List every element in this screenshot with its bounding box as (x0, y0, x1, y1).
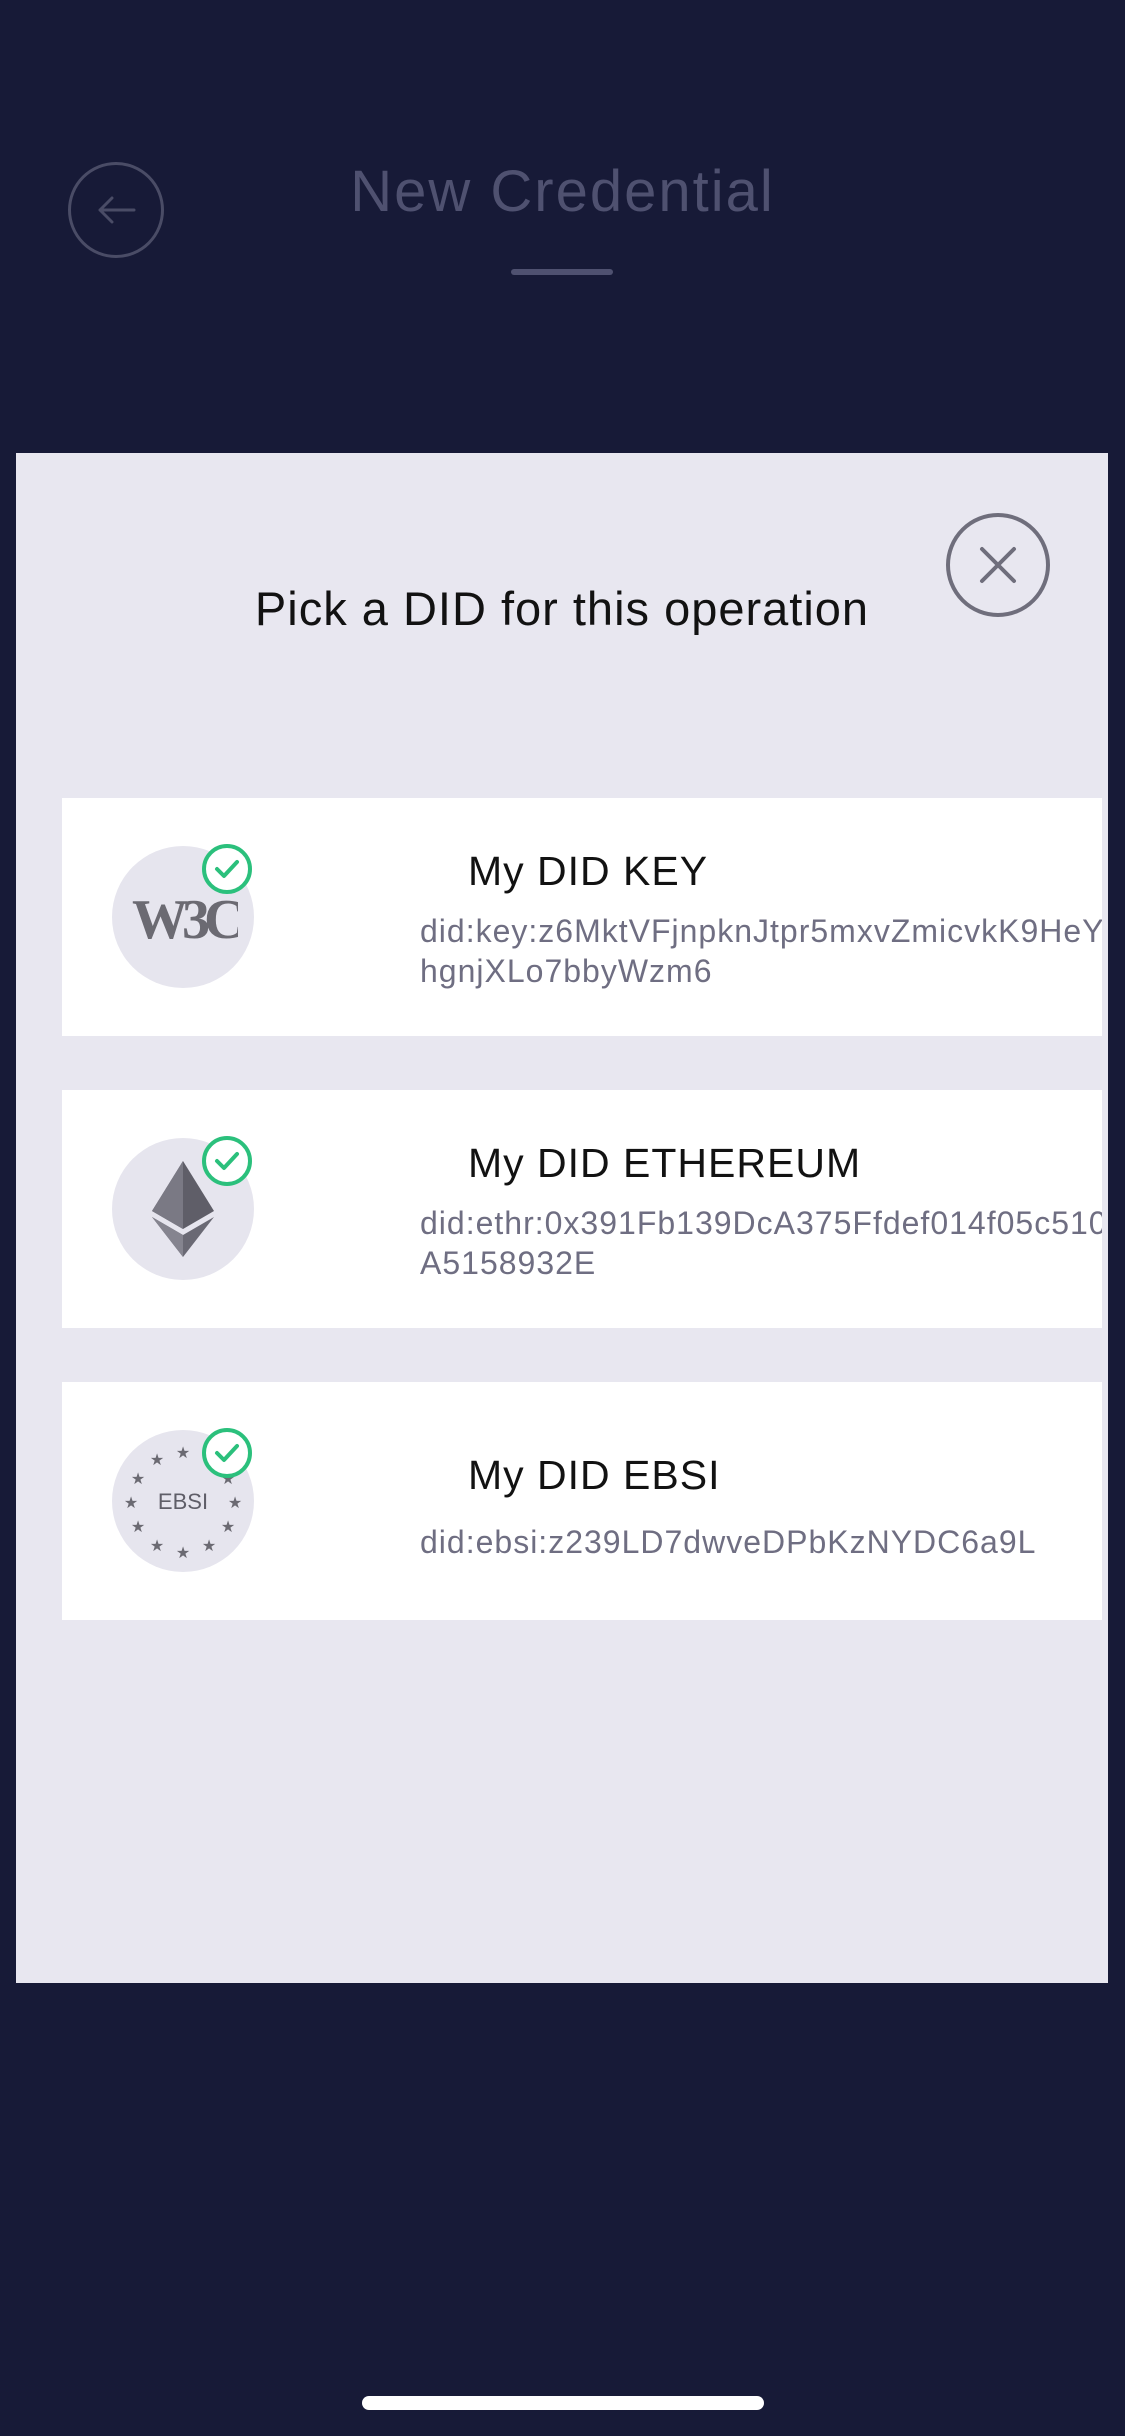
did-option-ethereum[interactable]: My DID ETHEREUM did:ethr:0x391Fb139DcA37… (62, 1090, 1102, 1328)
check-icon (202, 1428, 252, 1478)
svg-text:★: ★ (176, 1443, 190, 1462)
title-underline (511, 269, 613, 275)
home-indicator[interactable] (362, 2396, 764, 2410)
check-icon (202, 1136, 252, 1186)
sheet-title: Pick a DID for this operation (254, 582, 870, 635)
svg-text:★: ★ (124, 1493, 138, 1512)
did-picker-sheet: Pick a DID for this operation W3C My DID… (16, 453, 1108, 1983)
svg-text:★: ★ (150, 1450, 164, 1469)
did-value: did:ethr:0x391Fb139DcA375Ffdef014f05c510… (420, 1205, 1102, 1281)
svg-text:★: ★ (221, 1517, 235, 1536)
did-value: did:key:z6MktVFjnpknJtpr5mxvZmicvkK9HeYh… (420, 913, 1102, 989)
did-option-key[interactable]: W3C My DID KEY did:key:z6MktVFjnpknJtpr5… (62, 798, 1102, 1036)
svg-text:★: ★ (131, 1469, 145, 1488)
did-value: did:ebsi:z239LD7dwveDPbKzNYDC6a9L (420, 1524, 1037, 1560)
svg-text:★: ★ (131, 1517, 145, 1536)
did-name: My DID EBSI (468, 1452, 721, 1498)
svg-text:★: ★ (228, 1493, 242, 1512)
svg-text:★: ★ (150, 1536, 164, 1555)
page-title: New Credential (350, 159, 775, 224)
svg-text:W3C: W3C (132, 889, 238, 951)
did-name: My DID ETHEREUM (468, 1140, 862, 1186)
did-name: My DID KEY (468, 848, 709, 894)
svg-text:EBSI: EBSI (158, 1489, 208, 1514)
svg-text:★: ★ (176, 1543, 190, 1562)
did-option-ebsi[interactable]: ★ ★ ★ ★ ★ ★ ★ ★ ★ ★ ★ ★ EBSI My DID EBSI (62, 1382, 1102, 1620)
svg-text:★: ★ (202, 1536, 216, 1555)
check-icon (202, 844, 252, 894)
